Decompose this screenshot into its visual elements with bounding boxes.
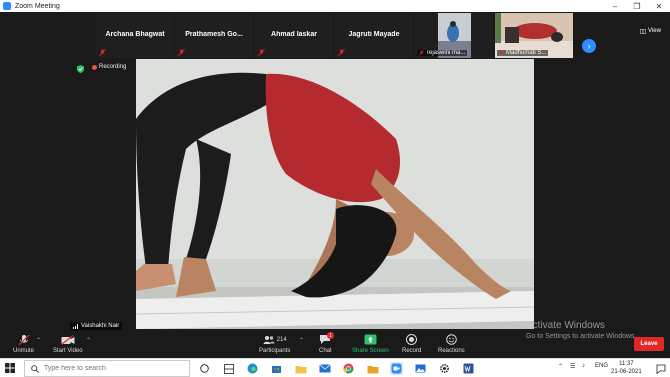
search-icon <box>31 364 39 373</box>
muted-mic-icon <box>419 50 424 56</box>
active-speaker-label: Vaishakhi Nair <box>70 322 123 330</box>
participants-label: Participants <box>259 348 291 354</box>
tray-chevron-icon[interactable]: ⌃ <box>558 363 563 370</box>
recording-label: Recording <box>99 64 127 70</box>
participants-icon <box>263 335 275 344</box>
participant-name: Archana Bhagwat <box>105 31 165 38</box>
active-speaker-name: Vaishakhi Nair <box>81 323 120 329</box>
muted-mic-icon <box>99 49 106 56</box>
store-icon[interactable] <box>270 362 283 375</box>
leave-button[interactable]: Leave <box>634 337 664 351</box>
chrome-icon[interactable] <box>342 362 355 375</box>
reactions-icon <box>446 334 457 345</box>
audio-options-caret-icon[interactable]: ⌃ <box>36 337 41 344</box>
participant-label: Madhumati S... <box>497 50 549 56</box>
zoom-taskbar-icon[interactable] <box>390 362 403 375</box>
participant-name: Ahmad laskar <box>271 31 317 38</box>
participant-name: Jagruti Mayade <box>348 31 400 38</box>
taskbar-search-box[interactable] <box>24 360 190 377</box>
windows-taskbar: ⌃ ☰ ♪ ENG 11:37 21-06-2021 <box>0 358 670 377</box>
participant-tile[interactable]: Ahmad laskar <box>255 13 333 58</box>
start-video-button[interactable]: Start Video <box>53 333 83 354</box>
record-label: Record <box>402 348 422 354</box>
share-screen-button[interactable]: Share Screen <box>352 333 389 354</box>
participant-tile[interactable]: Archana Bhagwat <box>96 13 174 58</box>
participant-label: Tejaswini ma... <box>417 50 468 56</box>
video-off-icon <box>60 334 75 345</box>
view-button[interactable]: View <box>640 28 661 34</box>
clock-time: 11:37 <box>619 361 634 367</box>
word-icon[interactable] <box>462 362 475 375</box>
photos-icon[interactable] <box>414 362 427 375</box>
start-video-label: Start Video <box>53 348 83 354</box>
title-bar: Zoom Meeting – ❐ ✕ <box>0 0 670 12</box>
participants-count: 214 <box>276 336 287 343</box>
notifications-icon[interactable] <box>654 362 667 375</box>
taskbar-search-input[interactable] <box>44 365 184 372</box>
participant-tile[interactable]: Prathamesh Go... <box>175 13 253 58</box>
next-page-button[interactable]: › <box>582 39 596 53</box>
activate-windows-title: Activate Windows <box>526 320 605 331</box>
settings-gear-icon[interactable] <box>438 362 451 375</box>
window-controls: – ❐ ✕ <box>604 0 670 12</box>
muted-mic-icon <box>499 50 504 56</box>
muted-mic-icon <box>178 49 185 56</box>
zoom-app-icon <box>3 2 11 10</box>
record-button[interactable]: Record <box>402 333 421 354</box>
network-icon[interactable]: ☰ <box>570 363 575 370</box>
record-icon <box>406 334 418 345</box>
grid-icon <box>640 28 646 34</box>
folder-icon[interactable] <box>366 362 379 375</box>
recording-dot-icon <box>92 64 97 70</box>
taskbar-clock[interactable]: 11:37 21-06-2021 <box>611 360 642 376</box>
participant-name: Madhumati S... <box>506 50 547 56</box>
volume-icon[interactable]: ♪ <box>582 363 585 369</box>
participant-video-tile[interactable]: Tejaswini ma... <box>415 13 493 58</box>
chevron-right-icon: › <box>587 41 591 51</box>
reactions-button[interactable]: Reactions <box>438 333 465 354</box>
signal-icon <box>73 323 78 329</box>
muted-mic-icon <box>258 49 265 56</box>
reactions-label: Reactions <box>438 348 465 354</box>
edge-browser-icon[interactable] <box>246 362 259 375</box>
task-view-icon[interactable] <box>198 362 211 375</box>
zoom-window: Zoom Meeting – ❐ ✕ Archana Bhagwat Prath… <box>0 0 670 377</box>
widgets-icon[interactable] <box>222 362 235 375</box>
muted-mic-icon <box>338 49 345 56</box>
participants-options-caret-icon[interactable]: ⌃ <box>299 337 304 344</box>
unmute-label: Unmute <box>13 348 35 354</box>
windows-start-icon[interactable] <box>5 363 15 373</box>
unmute-button[interactable]: Unmute <box>13 333 34 354</box>
video-options-caret-icon[interactable]: ⌃ <box>86 337 91 344</box>
participant-video-tile[interactable]: Madhumati S... <box>495 13 573 58</box>
recording-indicator[interactable]: Recording <box>92 64 126 70</box>
share-screen-icon <box>364 334 377 345</box>
speaker-video-frame <box>136 59 534 329</box>
file-explorer-icon[interactable] <box>294 362 307 375</box>
minimize-button[interactable]: – <box>604 0 626 12</box>
active-speaker-video <box>136 59 534 329</box>
view-label: View <box>648 28 661 34</box>
participant-name: Prathamesh Go... <box>185 31 243 38</box>
encryption-shield-icon[interactable] <box>77 65 84 73</box>
participant-name: Tejaswini ma... <box>426 50 466 56</box>
clock-date: 21-06-2021 <box>611 369 642 375</box>
window-title: Zoom Meeting <box>15 2 60 10</box>
participant-gallery-strip: Archana Bhagwat Prathamesh Go... Ahmad l… <box>0 12 670 59</box>
share-screen-label: Share Screen <box>352 348 389 354</box>
chat-unread-badge: 1 <box>327 332 334 339</box>
mail-icon[interactable] <box>318 362 331 375</box>
activate-windows-subtitle: Go to Settings to activate Windows. <box>526 333 637 340</box>
language-indicator[interactable]: ENG <box>595 363 608 369</box>
close-button[interactable]: ✕ <box>648 0 670 12</box>
muted-mic-icon <box>18 334 29 345</box>
participant-tile[interactable]: Jagruti Mayade <box>335 13 413 58</box>
maximize-button[interactable]: ❐ <box>626 0 648 12</box>
participants-button[interactable]: 214 Participants <box>259 333 290 354</box>
chat-label: Chat <box>319 348 332 354</box>
